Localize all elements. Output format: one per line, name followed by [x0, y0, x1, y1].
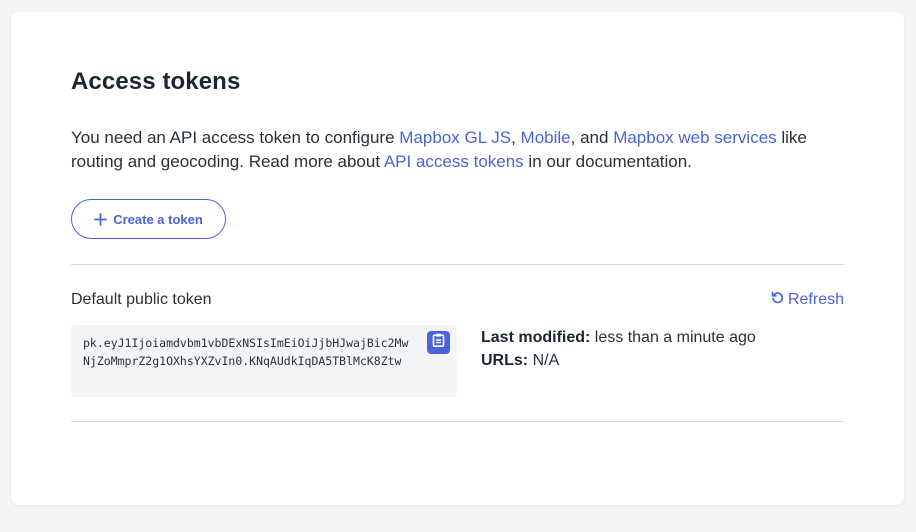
intro-text: , and	[570, 128, 614, 147]
mapbox-gl-js-link[interactable]: Mapbox GL JS	[399, 128, 511, 147]
intro-paragraph: You need an API access token to configur…	[71, 126, 861, 174]
create-token-button[interactable]: Create a token	[71, 199, 226, 239]
mapbox-web-services-link[interactable]: Mapbox web services	[613, 128, 776, 147]
copy-token-button[interactable]	[427, 331, 450, 354]
plus-icon	[94, 212, 108, 226]
token-metadata: Last modified: less than a minute ago UR…	[481, 326, 756, 372]
intro-text: in our documentation.	[523, 152, 692, 171]
page-title: Access tokens	[71, 68, 241, 95]
divider	[71, 421, 844, 422]
urls-key: URLs:	[481, 352, 529, 369]
access-tokens-card: Access tokens You need an API access tok…	[11, 12, 904, 505]
token-box: pk.eyJ1Ijoiamdvbm1vbDExNSIsImEiOiJjbHJwa…	[71, 325, 457, 397]
intro-text: ,	[511, 128, 521, 147]
urls-value: N/A	[532, 352, 560, 369]
default-token-label: Default public token	[71, 291, 212, 308]
intro-text: You need an API access token to configur…	[71, 128, 400, 147]
divider	[71, 264, 844, 265]
api-access-tokens-link[interactable]: API access tokens	[384, 152, 524, 171]
refresh-label: Refresh	[787, 291, 844, 308]
refresh-icon	[771, 291, 784, 309]
last-modified-row: Last modified: less than a minute ago	[481, 326, 756, 349]
clipboard-icon	[432, 333, 445, 352]
token-value[interactable]: pk.eyJ1Ijoiamdvbm1vbDExNSIsImEiOiJjbHJwa…	[83, 334, 413, 370]
refresh-button[interactable]: Refresh	[771, 291, 844, 309]
last-modified-value: less than a minute ago	[594, 329, 756, 346]
urls-row: URLs: N/A	[481, 349, 756, 372]
mobile-link[interactable]: Mobile	[521, 128, 571, 147]
last-modified-key: Last modified:	[481, 329, 591, 346]
create-token-label: Create a token	[113, 211, 203, 227]
